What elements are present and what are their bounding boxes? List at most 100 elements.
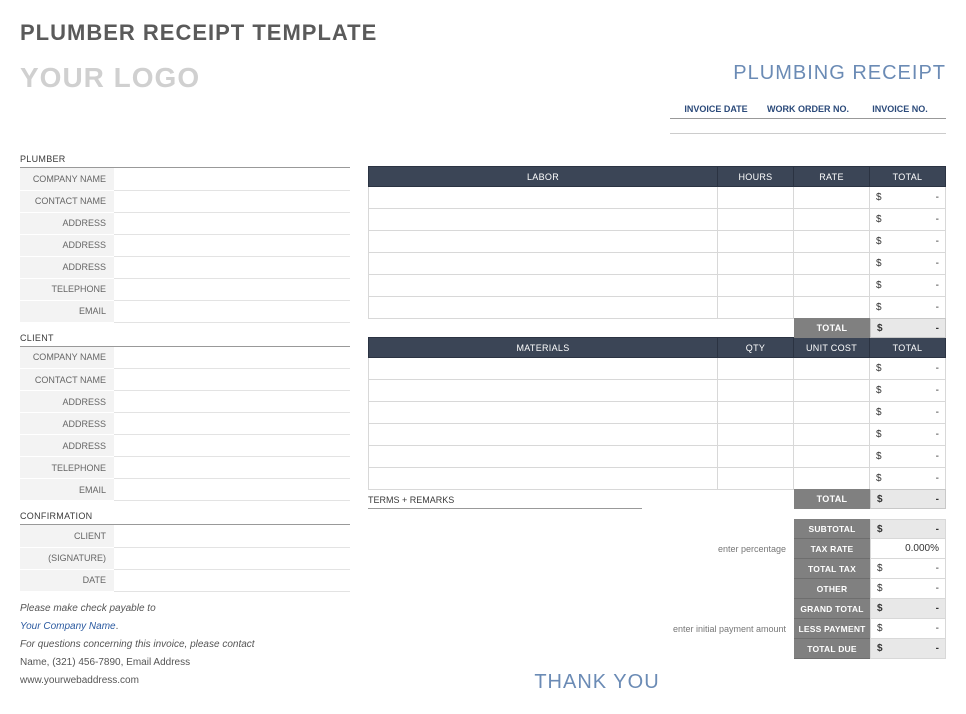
labor-total-label: TOTAL <box>794 318 870 338</box>
materials-qty[interactable] <box>718 380 794 402</box>
materials-unit[interactable] <box>794 424 870 446</box>
tax-rate-label: TAX RATE <box>794 539 870 559</box>
materials-table: MATERIALS QTY UNIT COST TOTAL $- $- $- $… <box>368 337 946 490</box>
invoice-no-label: INVOICE NO. <box>854 104 946 118</box>
client-email[interactable] <box>114 479 350 501</box>
client-company-name[interactable] <box>114 347 350 369</box>
materials-unit[interactable] <box>794 468 870 490</box>
table-row: $- <box>369 209 946 231</box>
materials-qty[interactable] <box>718 358 794 380</box>
logo-placeholder: YOUR LOGO <box>20 62 200 94</box>
field-label: CLIENT <box>20 525 114 547</box>
other-value[interactable]: $- <box>870 579 946 599</box>
field-label: EMAIL <box>20 479 114 501</box>
plumber-contact-name[interactable] <box>114 190 350 212</box>
table-row: $- <box>369 424 946 446</box>
labor-desc[interactable] <box>369 231 718 253</box>
terms-label: TERMS + REMARKS <box>368 493 642 509</box>
materials-total-label: TOTAL <box>794 489 870 509</box>
total-due-value: $- <box>870 639 946 659</box>
labor-rate[interactable] <box>794 231 870 253</box>
labor-desc[interactable] <box>369 275 718 297</box>
client-address-1[interactable] <box>114 391 350 413</box>
labor-hours[interactable] <box>718 275 794 297</box>
labor-hours[interactable] <box>718 209 794 231</box>
labor-rate[interactable] <box>794 187 870 209</box>
materials-unit[interactable] <box>794 446 870 468</box>
materials-qty[interactable] <box>718 468 794 490</box>
confirmation-client[interactable] <box>114 525 350 547</box>
field-label: ADDRESS <box>20 256 114 278</box>
tax-rate-value[interactable]: 0.000% <box>870 539 946 559</box>
labor-desc[interactable] <box>369 297 718 319</box>
plumber-telephone[interactable] <box>114 278 350 300</box>
work-order-value[interactable] <box>762 118 854 134</box>
plumber-address-3[interactable] <box>114 256 350 278</box>
materials-desc[interactable] <box>369 468 718 490</box>
less-payment-value[interactable]: $- <box>870 619 946 639</box>
confirmation-date[interactable] <box>114 569 350 591</box>
web-address[interactable]: www.yourwebaddress.com <box>20 675 139 686</box>
client-telephone[interactable] <box>114 457 350 479</box>
plumber-email[interactable] <box>114 300 350 322</box>
confirmation-signature[interactable] <box>114 547 350 569</box>
invoice-date-value[interactable] <box>670 118 762 134</box>
labor-rate[interactable] <box>794 297 870 319</box>
materials-desc[interactable] <box>369 446 718 468</box>
table-row: $- <box>369 275 946 297</box>
materials-qty[interactable] <box>718 402 794 424</box>
materials-desc[interactable] <box>369 424 718 446</box>
materials-unit[interactable] <box>794 402 870 424</box>
field-label: ADDRESS <box>20 212 114 234</box>
summary-block: SUBTOTAL $- enter percentage TAX RATE 0.… <box>368 519 946 659</box>
plumber-info-table: COMPANY NAME CONTACT NAME ADDRESS ADDRES… <box>20 168 350 323</box>
plumber-company-name[interactable] <box>114 168 350 190</box>
field-label: ADDRESS <box>20 435 114 457</box>
field-label: COMPANY NAME <box>20 168 114 190</box>
labor-desc[interactable] <box>369 187 718 209</box>
grand-total-label: GRAND TOTAL <box>794 599 870 619</box>
grand-total-value: $- <box>870 599 946 619</box>
materials-desc[interactable] <box>369 402 718 424</box>
company-name-link[interactable]: Your Company Name <box>20 621 116 632</box>
materials-desc[interactable] <box>369 358 718 380</box>
table-row: $- <box>369 187 946 209</box>
total-tax-label: TOTAL TAX <box>794 559 870 579</box>
materials-unit[interactable] <box>794 380 870 402</box>
labor-hours[interactable] <box>718 187 794 209</box>
labor-hours[interactable] <box>718 253 794 275</box>
labor-total: $- <box>870 297 946 319</box>
table-row: $- <box>369 297 946 319</box>
field-label: CONTACT NAME <box>20 190 114 212</box>
labor-total: $- <box>870 187 946 209</box>
client-contact-name[interactable] <box>114 369 350 391</box>
materials-total-value: $- <box>870 489 946 509</box>
materials-qty[interactable] <box>718 446 794 468</box>
labor-total: $- <box>870 231 946 253</box>
client-section-label: CLIENT <box>20 331 350 347</box>
plumber-address-2[interactable] <box>114 234 350 256</box>
materials-desc[interactable] <box>369 380 718 402</box>
labor-hours[interactable] <box>718 297 794 319</box>
labor-hours[interactable] <box>718 231 794 253</box>
labor-rate[interactable] <box>794 209 870 231</box>
client-address-3[interactable] <box>114 435 350 457</box>
plumber-address-1[interactable] <box>114 212 350 234</box>
page-title: PLUMBER RECEIPT TEMPLATE <box>20 20 946 46</box>
labor-total: $- <box>870 275 946 297</box>
field-label: EMAIL <box>20 300 114 322</box>
materials-unit[interactable] <box>794 358 870 380</box>
invoice-no-value[interactable] <box>854 118 946 134</box>
field-label: TELEPHONE <box>20 457 114 479</box>
materials-qty[interactable] <box>718 424 794 446</box>
field-label: COMPANY NAME <box>20 347 114 369</box>
labor-rate[interactable] <box>794 275 870 297</box>
labor-rate[interactable] <box>794 253 870 275</box>
labor-header-hours: HOURS <box>718 167 794 187</box>
client-address-2[interactable] <box>114 413 350 435</box>
materials-header-qty: QTY <box>718 338 794 358</box>
labor-header-rate: RATE <box>794 167 870 187</box>
less-payment-label: LESS PAYMENT <box>794 619 870 639</box>
labor-desc[interactable] <box>369 253 718 275</box>
labor-desc[interactable] <box>369 209 718 231</box>
